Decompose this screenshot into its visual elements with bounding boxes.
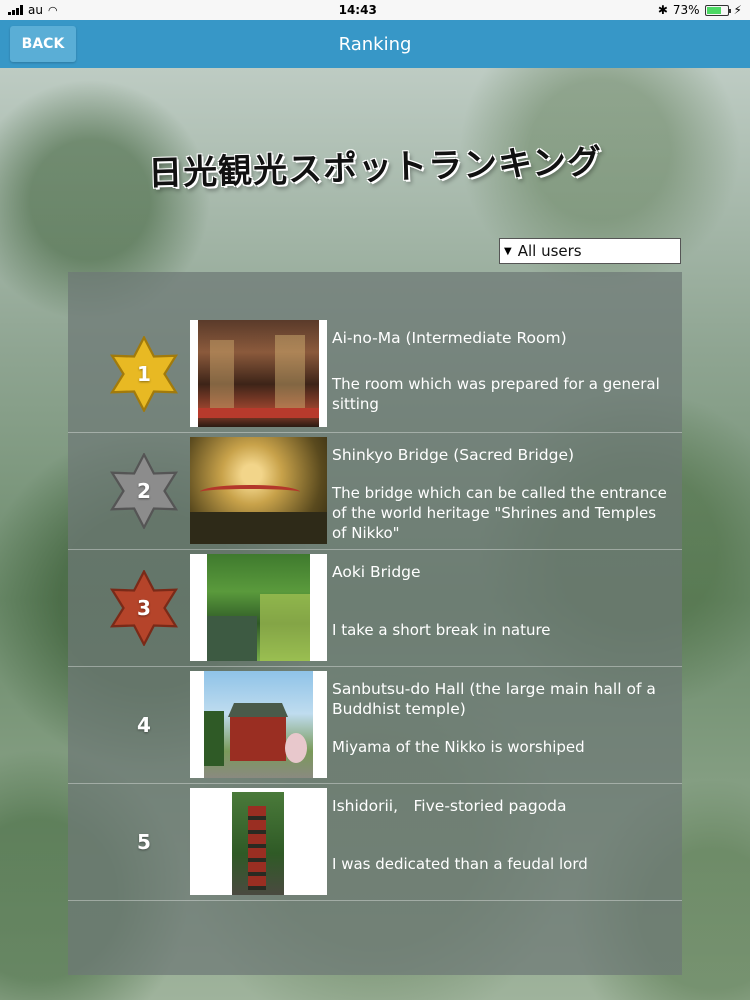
- spot-title: Sanbutsu-do Hall (the large main hall of…: [332, 680, 656, 718]
- spot-title: Ishidorii, Five-storied pagoda: [332, 797, 567, 815]
- spot-photo: [190, 437, 327, 544]
- charging-icon: ⚡: [733, 3, 742, 17]
- spot-title: Shinkyo Bridge (Sacred Bridge): [332, 446, 575, 464]
- spot-description: The bridge which can be called the entra…: [332, 484, 667, 542]
- spot-title: Ai-no-Ma (Intermediate Room): [332, 329, 567, 347]
- status-time: 14:43: [338, 3, 377, 17]
- user-filter-select[interactable]: ▼ All users: [499, 238, 681, 264]
- user-filter-value: All users: [517, 242, 582, 260]
- back-button[interactable]: BACK: [10, 26, 76, 62]
- battery-icon: [704, 4, 731, 16]
- spot-description: I was dedicated than a feudal lord: [332, 855, 588, 873]
- nav-bar: BACK Ranking: [0, 20, 750, 68]
- ranking-item-5[interactable]: 5 Ishidorii, Five-storied pagoda I was d…: [68, 784, 682, 901]
- spot-description: Miyama of the Nikko is worshiped: [332, 738, 585, 756]
- battery-percent: 73%: [672, 3, 700, 17]
- signal-icon: [8, 5, 23, 15]
- ranking-panel: 1 Ai-no-Ma (Intermediate Room) The room …: [68, 272, 682, 975]
- rank-number: 5: [137, 830, 151, 854]
- ranking-item-3[interactable]: 3 Aoki Bridge I take a short break in na…: [68, 550, 682, 667]
- rank-number: 3: [137, 596, 151, 620]
- ranking-item-1[interactable]: 1 Ai-no-Ma (Intermediate Room) The room …: [68, 316, 682, 433]
- spot-description: I take a short break in nature: [332, 621, 551, 639]
- spot-title: Aoki Bridge: [332, 563, 421, 581]
- ranking-list: 1 Ai-no-Ma (Intermediate Room) The room …: [68, 316, 682, 901]
- spot-photo: [190, 671, 327, 778]
- spot-photo: [190, 788, 327, 895]
- dropdown-arrow-icon: ▼: [504, 245, 512, 257]
- ranking-item-2[interactable]: 2 Shinkyo Bridge (Sacred Bridge) The bri…: [68, 433, 682, 550]
- spot-description: The room which was prepared for a genera…: [332, 375, 660, 413]
- rank-number: 4: [137, 713, 151, 737]
- carrier-label: au: [28, 3, 43, 17]
- ranking-item-4[interactable]: 4 Sanbutsu-do Hall (the large main hall …: [68, 667, 682, 784]
- status-bar: au ◠ 14:43 ✱ 73% ⚡: [0, 0, 750, 20]
- nav-title: Ranking: [338, 33, 412, 55]
- spot-photo: [190, 320, 327, 427]
- rank-number: 1: [137, 362, 151, 386]
- bluetooth-icon: ✱: [657, 3, 668, 17]
- wifi-icon: ◠: [47, 3, 58, 17]
- spot-photo: [190, 554, 327, 661]
- rank-number: 2: [137, 479, 151, 503]
